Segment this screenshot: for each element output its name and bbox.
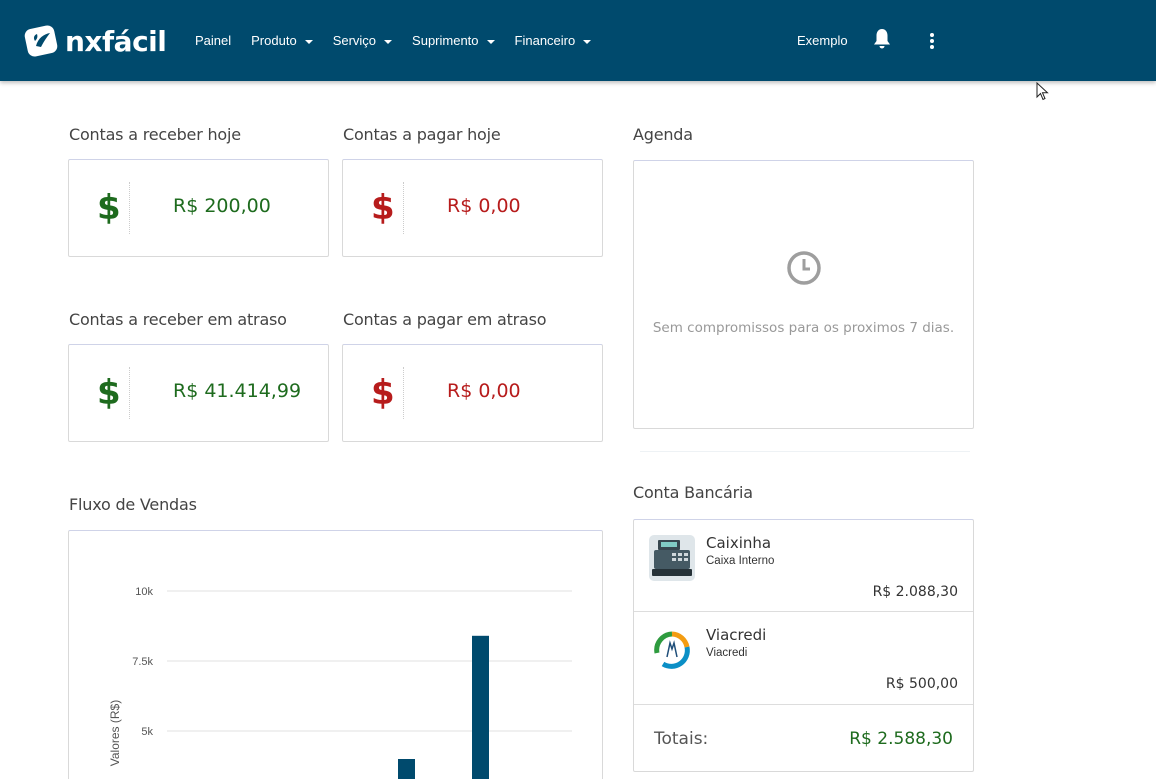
cash-register-icon bbox=[649, 535, 695, 581]
bank-account-subtitle: Caixa Interno bbox=[706, 555, 775, 567]
dollar-icon: $ bbox=[97, 373, 121, 413]
kpi-card-receber-atraso[interactable]: $ R$ 41.414,99 bbox=[68, 344, 329, 442]
agenda-empty-text: Sem compromissos para os proximos 7 dias… bbox=[652, 320, 955, 336]
chart-title: Fluxo de Vendas bbox=[69, 495, 197, 514]
chart-bar[interactable] bbox=[472, 635, 489, 779]
caret-down-icon bbox=[583, 39, 592, 44]
kpi-value: R$ 0,00 bbox=[447, 380, 521, 402]
sales-chart: 10k 7.5k 5k Valores (R$) bbox=[108, 586, 572, 779]
bank-account-viacredi[interactable]: Viacredi Viacredi R$ 500,00 bbox=[634, 612, 973, 704]
mouse-cursor-icon bbox=[1036, 82, 1049, 101]
dollar-icon: $ bbox=[371, 373, 395, 413]
y-tick-label: 10k bbox=[135, 586, 153, 598]
brand-name: nxfácil bbox=[65, 24, 167, 58]
nav-item-financeiro[interactable]: Financeiro bbox=[515, 33, 592, 48]
bank-account-subtitle: Viacredi bbox=[706, 647, 748, 659]
nav-label: Serviço bbox=[332, 33, 377, 48]
user-menu[interactable]: Exemplo bbox=[797, 33, 848, 48]
divider bbox=[129, 182, 130, 234]
nav-item-produto[interactable]: Produto bbox=[251, 33, 313, 48]
bank-account-balance: R$ 2.088,30 bbox=[872, 584, 958, 600]
bank-account-caixinha[interactable]: Caixinha Caixa Interno R$ 2.088,30 bbox=[634, 520, 973, 612]
nxfacil-logo-icon bbox=[24, 25, 58, 57]
caret-down-icon bbox=[384, 39, 393, 44]
nav-label: Financeiro bbox=[514, 33, 576, 48]
bank-account-name: Caixinha bbox=[706, 534, 772, 552]
y-tick-label: 7.5k bbox=[132, 656, 153, 668]
divider bbox=[129, 367, 130, 419]
viacredi-logo-icon bbox=[652, 630, 692, 670]
nav-item-servico[interactable]: Serviço bbox=[332, 33, 393, 48]
kpi-title-pagar-hoje: Contas a pagar hoje bbox=[343, 125, 501, 144]
kpi-title-pagar-atraso: Contas a pagar em atraso bbox=[343, 310, 547, 329]
chart-bar[interactable] bbox=[398, 759, 415, 779]
kpi-title-receber-atraso: Contas a receber em atraso bbox=[69, 310, 287, 329]
kpi-card-pagar-atraso[interactable]: $ R$ 0,00 bbox=[342, 344, 603, 442]
nav-label: Painel bbox=[195, 33, 232, 48]
kpi-value: R$ 41.414,99 bbox=[173, 380, 302, 402]
y-axis-title: Valores (R$) bbox=[108, 700, 122, 766]
nav-label: Suprimento bbox=[412, 33, 479, 48]
caret-down-icon bbox=[486, 39, 495, 44]
nav-item-painel[interactable]: Painel bbox=[195, 33, 231, 48]
dollar-icon: $ bbox=[371, 188, 395, 228]
clock-icon bbox=[787, 251, 821, 285]
kpi-card-receber-hoje[interactable]: $ R$ 200,00 bbox=[68, 159, 329, 257]
divider bbox=[634, 704, 973, 705]
bank-card: Caixinha Caixa Interno R$ 2.088,30 Viacr… bbox=[633, 519, 974, 772]
totals-value: R$ 2.588,30 bbox=[849, 729, 953, 749]
more-vert-icon[interactable] bbox=[924, 31, 940, 51]
divider bbox=[640, 451, 970, 452]
kpi-value: R$ 200,00 bbox=[173, 195, 271, 217]
kpi-value: R$ 0,00 bbox=[447, 195, 521, 217]
bank-title: Conta Bancária bbox=[633, 483, 753, 502]
agenda-card: Sem compromissos para os proximos 7 dias… bbox=[633, 160, 974, 429]
caret-down-icon bbox=[304, 39, 313, 44]
bank-account-name: Viacredi bbox=[706, 626, 767, 644]
totals-label: Totais: bbox=[654, 729, 709, 749]
top-navbar: nxfácil Painel Produto Serviço Supriment… bbox=[0, 0, 1156, 81]
nav-item-suprimento[interactable]: Suprimento bbox=[412, 33, 495, 48]
bank-account-balance: R$ 500,00 bbox=[885, 676, 958, 692]
dollar-icon: $ bbox=[97, 188, 121, 228]
divider bbox=[403, 367, 404, 419]
y-tick-label: 5k bbox=[141, 726, 153, 738]
main-menu: Painel Produto Serviço Suprimento Financ… bbox=[195, 0, 611, 81]
kpi-title-receber-hoje: Contas a receber hoje bbox=[69, 125, 241, 144]
kpi-card-pagar-hoje[interactable]: $ R$ 0,00 bbox=[342, 159, 603, 257]
brand-logo[interactable]: nxfácil bbox=[23, 22, 167, 60]
sales-chart-card: 10k 7.5k 5k Valores (R$) bbox=[68, 530, 603, 779]
divider bbox=[403, 182, 404, 234]
nav-label: Produto bbox=[251, 33, 297, 48]
bell-icon[interactable] bbox=[870, 27, 894, 51]
agenda-title: Agenda bbox=[633, 125, 693, 144]
